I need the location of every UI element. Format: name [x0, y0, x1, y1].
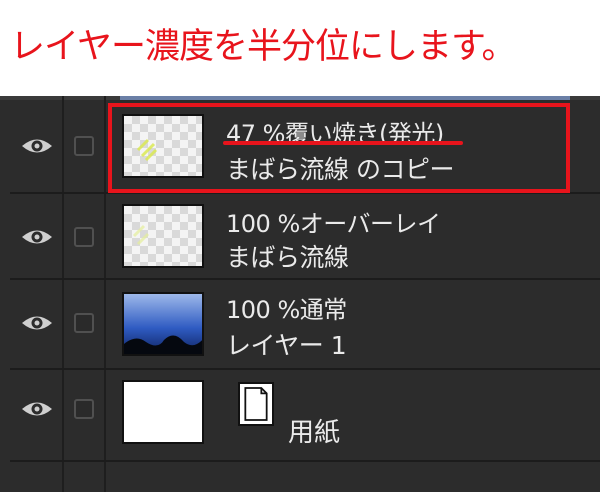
- layer-name: まばら流線: [226, 243, 349, 272]
- lock-checkbox[interactable]: [74, 227, 94, 247]
- blue-gradient-thumbnail: [124, 294, 202, 354]
- eye-icon[interactable]: [20, 135, 54, 157]
- lock-checkbox[interactable]: [74, 313, 94, 333]
- yellow-lines-icon: [132, 224, 150, 246]
- eye-icon[interactable]: [20, 226, 54, 248]
- eye-icon[interactable]: [20, 312, 54, 334]
- eye-icon[interactable]: [20, 398, 54, 420]
- layer-thumbnail: [122, 204, 204, 268]
- layer-name: レイヤー 1: [226, 331, 347, 360]
- lock-checkbox[interactable]: [74, 136, 94, 156]
- layer-blend-mode: 100 %オーバーレイ: [226, 210, 441, 238]
- row-divider: [10, 460, 600, 462]
- annotation-caption: レイヤー濃度を半分位にします。: [10, 27, 516, 67]
- layer-row-2[interactable]: 100 %オーバーレイ まばら流線: [0, 194, 600, 280]
- paper-icon: [238, 382, 274, 426]
- lock-checkbox[interactable]: [74, 399, 94, 419]
- layer-thumbnail: [122, 292, 204, 356]
- layer-blend-mode: 100 %通常: [226, 296, 347, 324]
- layer-thumbnail: [122, 380, 204, 444]
- layer-row-3[interactable]: 100 %通常 レイヤー 1: [0, 280, 600, 370]
- layer-name: 用紙: [288, 418, 341, 448]
- highlight-box: [108, 103, 570, 193]
- opacity-underline: [223, 141, 463, 145]
